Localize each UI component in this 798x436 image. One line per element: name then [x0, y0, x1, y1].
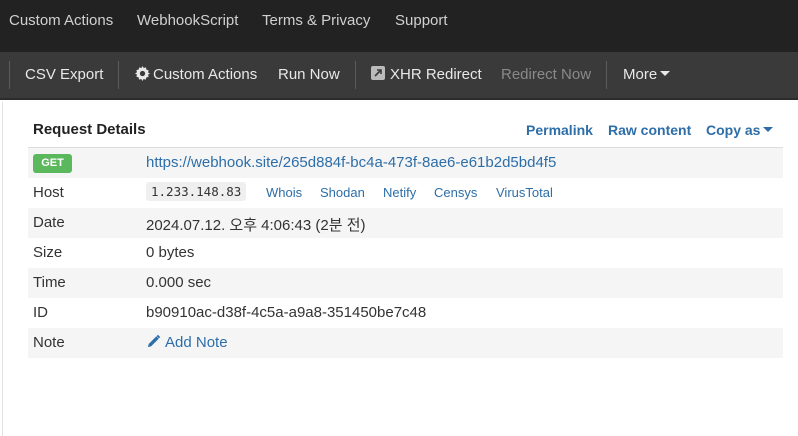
- xhr-redirect-label: XHR Redirect: [390, 66, 482, 83]
- more-dropdown[interactable]: More: [623, 66, 671, 83]
- toolbar-divider: [606, 61, 607, 89]
- pencil-icon: [147, 334, 161, 348]
- nav-webhookscript[interactable]: WebhookScript: [137, 12, 238, 29]
- external-link-icon: [371, 66, 385, 80]
- toolbar-divider: [355, 61, 356, 89]
- url-row: GET https://webhook.site/265d884f-bc4a-4…: [28, 148, 783, 178]
- copy-as-dropdown[interactable]: Copy as: [706, 122, 774, 138]
- shodan-link[interactable]: Shodan: [320, 185, 365, 200]
- size-row: Size 0 bytes: [28, 238, 783, 268]
- raw-content-link[interactable]: Raw content: [608, 122, 691, 138]
- size-label: Size: [33, 244, 63, 261]
- time-row: Time 0.000 sec: [28, 268, 783, 298]
- gear-icon: [135, 66, 150, 81]
- caret-down-icon: [660, 71, 671, 76]
- nav-custom-actions[interactable]: Custom Actions: [9, 12, 113, 29]
- custom-actions-button[interactable]: Custom Actions: [135, 66, 257, 83]
- virustotal-link[interactable]: VirusTotal: [496, 185, 553, 200]
- size-value: 0 bytes: [146, 244, 195, 261]
- custom-actions-label: Custom Actions: [153, 66, 258, 83]
- xhr-redirect-button[interactable]: XHR Redirect: [371, 66, 482, 83]
- note-row: Note Add Note: [28, 328, 783, 358]
- host-ip: 1.233.148.83: [146, 182, 247, 201]
- toolbar-divider: [9, 61, 10, 89]
- whois-link[interactable]: Whois: [266, 185, 302, 200]
- censys-link[interactable]: Censys: [434, 185, 477, 200]
- time-value: 0.000 sec: [146, 274, 212, 291]
- toolbar-divider: [118, 61, 119, 89]
- permalink-link[interactable]: Permalink: [526, 122, 593, 138]
- id-row: ID b90910ac-d38f-4c5a-a9a8-351450be7c48: [28, 298, 783, 328]
- request-url-link[interactable]: https://webhook.site/265d884f-bc4a-473f-…: [146, 154, 556, 171]
- run-now-button[interactable]: Run Now: [278, 66, 340, 83]
- id-label: ID: [33, 304, 48, 321]
- method-badge: GET: [33, 154, 72, 173]
- add-note-label: Add Note: [165, 334, 228, 351]
- copy-as-label: Copy as: [706, 122, 761, 138]
- time-label: Time: [33, 274, 66, 291]
- host-label: Host: [33, 184, 64, 201]
- date-value: 2024.07.12. 오후 4:06:43 (2분 전): [146, 217, 366, 234]
- top-navbar: Custom Actions WebhookScript Terms & Pri…: [0, 0, 798, 52]
- panel-title: Request Details: [33, 121, 146, 138]
- nav-terms-privacy[interactable]: Terms & Privacy: [262, 12, 370, 29]
- more-label: More: [623, 66, 658, 83]
- date-row: Date 2024.07.12. 오후 4:06:43 (2분 전): [28, 208, 783, 238]
- host-row: Host 1.233.148.83 Whois Shodan Netify Ce…: [28, 178, 783, 208]
- date-label: Date: [33, 214, 65, 231]
- netify-link[interactable]: Netify: [383, 185, 416, 200]
- csv-export-button[interactable]: CSV Export: [25, 66, 103, 83]
- nav-support[interactable]: Support: [395, 12, 448, 29]
- id-value: b90910ac-d38f-4c5a-a9a8-351450be7c48: [146, 304, 427, 321]
- redirect-now-button[interactable]: Redirect Now: [501, 66, 591, 83]
- content-border: [2, 102, 3, 436]
- caret-down-icon: [763, 127, 774, 132]
- action-toolbar: CSV Export Custom Actions Run Now XHR Re…: [0, 52, 798, 100]
- note-label: Note: [33, 334, 65, 351]
- add-note-button[interactable]: Add Note: [146, 334, 228, 351]
